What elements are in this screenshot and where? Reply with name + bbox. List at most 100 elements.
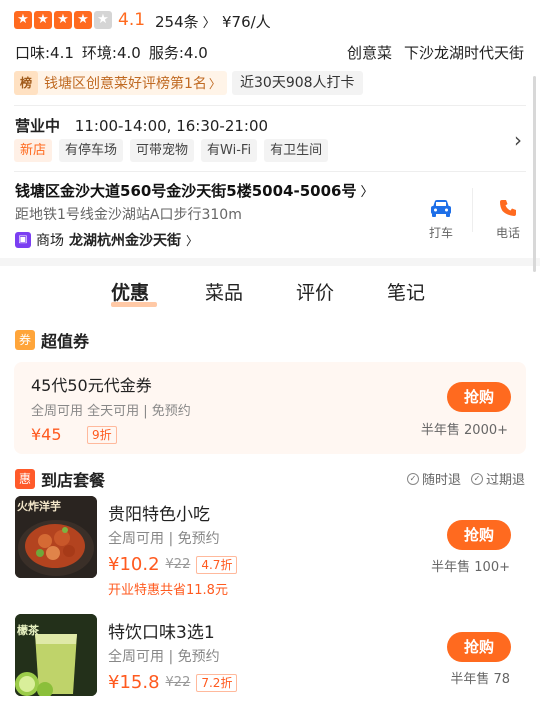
package-sold-count: 半年售 78 [450, 672, 510, 687]
policy-label: 过期退 [485, 473, 525, 488]
dish-thumbnail: 火炸洋芋 [15, 496, 97, 578]
package-item[interactable]: 火炸洋芋 贵阳特色小吃 全周可用 | 免预约 ¥10.2 ¥22 4.7折 开业… [0, 494, 540, 602]
tag-pets: 可带宠物 [130, 139, 195, 162]
ranking-text: 钱塘区创意菜好评榜第1名 [44, 76, 207, 92]
score-taste: 口味:4.1 [15, 44, 74, 62]
package-discount-badge: 7.2折 [196, 673, 238, 692]
section-separator [0, 258, 540, 266]
voucher-usage: 全周可用 全天可用 | 免预约 [31, 404, 191, 419]
divider [14, 105, 526, 106]
open-status: 营业中 [15, 117, 61, 135]
voucher-title: 45代50元代金券 [31, 376, 152, 395]
mall-name: 龙湖杭州金沙天街 [69, 233, 181, 249]
voucher-card[interactable]: 45代50元代金券 全周可用 全天可用 | 免预约 ¥45 9折 抢购 半年售 … [14, 362, 526, 454]
package-original-price: ¥22 [165, 675, 191, 690]
policy-refund-expired: ✓ 过期退 [470, 469, 525, 488]
review-count-link[interactable]: 254条 〉 [155, 11, 216, 32]
package-buy-button[interactable]: 抢购 [447, 632, 511, 662]
chevron-right-icon: 〉 [186, 233, 199, 248]
package-promo: 开业特惠共省11.8元 [108, 583, 228, 598]
package-usage: 全周可用 | 免预约 [108, 649, 220, 665]
voucher-price: ¥45 [31, 425, 62, 444]
star-empty-icon: ★ [94, 11, 112, 29]
divider [14, 171, 526, 172]
tag-wifi: 有Wi-Fi [201, 139, 258, 162]
divider [472, 188, 473, 232]
score-environment: 环境:4.0 [81, 44, 141, 62]
star-icon: ★ [14, 11, 32, 29]
package-section-header: 惠 到店套餐 [15, 467, 105, 491]
sub-scores: 口味:4.1 环境:4.0 服务:4.0 [15, 42, 208, 63]
tag-restroom: 有卫生间 [264, 139, 329, 162]
star-icon: ★ [34, 11, 52, 29]
package-buy-button[interactable]: 抢购 [447, 520, 511, 550]
package-original-price: ¥22 [165, 557, 191, 572]
category: 创意菜 [346, 44, 392, 62]
ranking-icon: 榜 [14, 71, 38, 95]
voucher-discount-badge: 9折 [87, 426, 117, 444]
chevron-right-icon[interactable]: › [514, 128, 522, 152]
policy-label: 随时退 [421, 473, 461, 488]
voucher-sold-count: 半年售 2000+ [420, 423, 508, 438]
phone-button[interactable]: 电话 [488, 196, 528, 241]
district: 下沙龙湖时代天街 [403, 44, 524, 62]
refund-policies: ✓ 随时退 ✓ 过期退 [406, 469, 525, 488]
deal-icon: 惠 [15, 469, 35, 489]
category-tags: 创意菜 下沙龙湖时代天街 [347, 42, 524, 63]
tag-new-store: 新店 [14, 139, 53, 162]
thumbnail-caption: 火炸洋芋 [17, 500, 61, 513]
ranking-chip[interactable]: 榜 钱塘区创意菜好评榜第1名 〉 [14, 71, 227, 95]
coupon-icon: 券 [15, 330, 35, 350]
package-section-title: 到店套餐 [41, 471, 106, 490]
tab-dishes[interactable]: 菜品 [205, 278, 243, 305]
tab-reviews[interactable]: 评价 [296, 278, 334, 305]
mall-prefix: 商场 [36, 233, 64, 249]
tab-bar: 优惠 菜品 评价 笔记 [0, 278, 540, 312]
policy-refund-anytime: ✓ 随时退 [406, 469, 461, 488]
rating-score: 4.1 [118, 10, 146, 30]
tab-notes[interactable]: 笔记 [387, 278, 425, 305]
star-icon: ★ [74, 11, 92, 29]
phone-label: 电话 [495, 226, 520, 240]
address-link[interactable]: 钱塘区金沙大道560号金沙天街5楼5004-5006号 〉 [15, 180, 374, 201]
average-price: ¥76/人 [222, 13, 271, 31]
package-item[interactable]: 檬茶 特饮口味3选1 全周可用 | 免预约 ¥15.8 ¥22 7.2折 抢购 … [0, 612, 540, 712]
package-sold-count: 半年售 100+ [431, 560, 510, 575]
voucher-section-header: 券 超值券 [15, 328, 89, 352]
chevron-right-icon: 〉 [208, 76, 221, 91]
thumbnail-caption: 檬茶 [17, 624, 39, 637]
package-title: 贵阳特色小吃 [108, 505, 210, 525]
chevron-right-icon: 〉 [360, 185, 374, 200]
star-icon: ★ [54, 11, 72, 29]
voucher-section-title: 超值券 [41, 332, 90, 351]
drink-thumbnail: 檬茶 [15, 614, 97, 696]
package-discount-badge: 4.7折 [196, 555, 238, 574]
package-price-row: ¥15.8 ¥22 7.2折 [108, 672, 238, 693]
mall-link[interactable]: ▣ 商场 龙湖杭州金沙天街 〉 [15, 230, 198, 250]
package-usage: 全周可用 | 免预约 [108, 531, 220, 547]
rating-stars: ★ ★ ★ ★ ★ [14, 11, 112, 29]
car-icon [421, 196, 461, 220]
address-text: 钱塘区金沙大道560号金沙天街5楼5004-5006号 [15, 182, 357, 200]
tab-offers[interactable]: 优惠 [111, 278, 149, 305]
scrollbar[interactable] [533, 76, 536, 272]
metro-distance: 距地铁1号线金沙湖站A口步行310m [15, 207, 242, 223]
package-price-row: ¥10.2 ¥22 4.7折 [108, 554, 238, 575]
taxi-label: 打车 [428, 226, 453, 240]
mall-icon: ▣ [15, 232, 31, 248]
check-circle-icon: ✓ [406, 472, 419, 485]
chevron-right-icon: 〉 [202, 16, 216, 31]
business-hours[interactable]: 营业中 11:00-14:00, 16:30-21:00 [15, 115, 268, 136]
score-service: 服务:4.0 [148, 44, 208, 62]
package-price: ¥10.2 [108, 554, 160, 575]
hours-time: 11:00-14:00, 16:30-21:00 [74, 117, 269, 135]
package-title: 特饮口味3选1 [108, 623, 215, 643]
taxi-button[interactable]: 打车 [421, 196, 461, 241]
voucher-buy-button[interactable]: 抢购 [447, 382, 511, 412]
tag-parking: 有停车场 [59, 139, 124, 162]
facility-tags: 新店 有停车场 可带宠物 有Wi-Fi 有卫生间 [14, 139, 329, 162]
review-count: 254条 [155, 13, 199, 31]
checkin-badge: 近30天908人打卡 [232, 71, 363, 95]
check-circle-icon: ✓ [470, 472, 483, 485]
phone-icon [488, 196, 528, 220]
